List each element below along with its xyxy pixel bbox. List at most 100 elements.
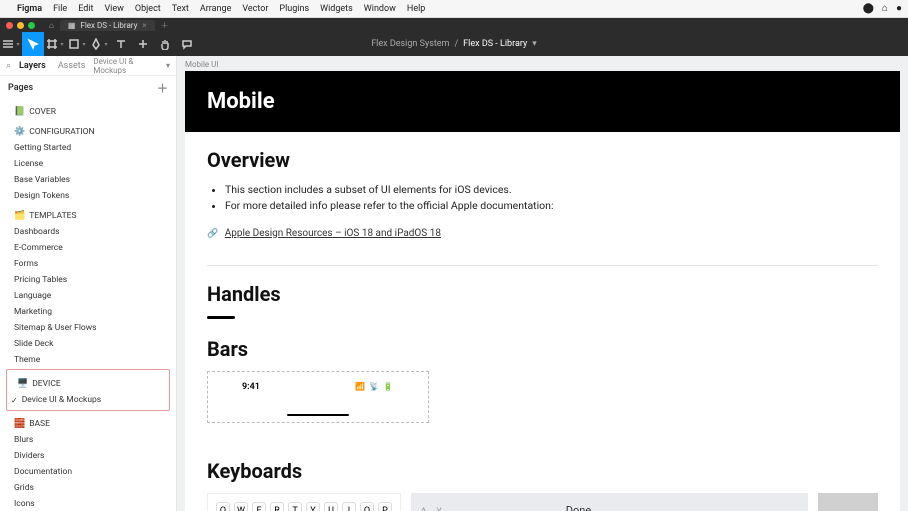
add-page-button[interactable]: ＋	[157, 80, 168, 96]
chevron-down-icon[interactable]: ▾	[532, 39, 537, 49]
bars-heading: Bars	[207, 337, 878, 361]
page-item[interactable]: Forms	[4, 256, 172, 272]
menubar-tray: ⬤⌂●	[855, 3, 902, 14]
pages-list: 📗COVER ⚙️CONFIGURATION Getting Started L…	[0, 100, 176, 511]
menu-widgets[interactable]: Widgets	[320, 4, 353, 14]
breadcrumb[interactable]: Flex Design System / Flex DS - Library ▾	[371, 39, 537, 49]
page-item[interactable]: 📗COVER	[4, 100, 172, 120]
file-tab[interactable]: ▦ Flex DS - Library ×	[60, 20, 155, 31]
page-item[interactable]: Icons	[4, 496, 172, 511]
key[interactable]: Y	[306, 502, 320, 511]
menu-file[interactable]: File	[53, 4, 67, 14]
layers-tab[interactable]: Layers	[15, 59, 50, 73]
keyboard-send	[818, 493, 878, 511]
page-item[interactable]: Dashboards	[4, 224, 172, 240]
search-icon[interactable]: ⌕	[6, 61, 11, 71]
key[interactable]: W	[234, 502, 248, 511]
page-item[interactable]: Language	[4, 288, 172, 304]
page-item-current[interactable]: ✓Device UI & Mockups	[7, 392, 169, 408]
overview-bullet: This section includes a subset of UI ele…	[225, 182, 878, 198]
page-item[interactable]: Getting Started	[4, 140, 172, 156]
key[interactable]: Q	[216, 502, 230, 511]
breadcrumb-root[interactable]: Flex Design System	[371, 39, 449, 49]
menu-window[interactable]: Window	[364, 4, 396, 14]
page-item[interactable]: 🗂️TEMPLATES	[4, 204, 172, 224]
page-item[interactable]: ⚙️CONFIGURATION	[4, 120, 172, 140]
nav-chevrons[interactable]: ˄ ˅	[421, 505, 446, 511]
link-icon: 🔗	[207, 229, 218, 239]
comment-tool[interactable]	[176, 32, 198, 56]
menu-plugins[interactable]: Plugins	[279, 4, 309, 14]
page-item[interactable]: 🧱BASE	[4, 412, 172, 432]
key[interactable]: T	[288, 502, 302, 511]
menu-help[interactable]: Help	[407, 4, 425, 14]
key[interactable]: O	[360, 502, 374, 511]
page-item[interactable]: Grids	[4, 480, 172, 496]
mac-menubar: Figma File Edit View Object Text Arrange…	[0, 0, 908, 18]
menu-text[interactable]: Text	[172, 4, 189, 14]
keyboard-accessory: ˄ ˅ Done	[411, 493, 808, 511]
menu-vector[interactable]: Vector	[242, 4, 268, 14]
hand-tool[interactable]	[154, 32, 176, 56]
key[interactable]: U	[324, 502, 338, 511]
new-tab-button[interactable]: ＋	[161, 20, 169, 31]
key[interactable]: E	[252, 502, 266, 511]
page-item[interactable]: Dividers	[4, 448, 172, 464]
status-time: 9:41	[242, 382, 260, 392]
home-icon[interactable]: ⌂	[49, 21, 54, 30]
artboard-mobile-ui[interactable]: Mobile Overview This section includes a …	[185, 71, 900, 511]
keyboards-heading: Keyboards	[207, 459, 878, 483]
keyboard-qwerty: Q W E R T Y U I O P	[207, 493, 401, 511]
frame-label[interactable]: Mobile UI	[177, 56, 908, 71]
tab-title: Flex DS - Library	[80, 21, 137, 30]
overview-heading: Overview	[207, 148, 878, 172]
status-icons: 📶 📡 🔋	[355, 382, 394, 391]
text-tool[interactable]	[110, 32, 132, 56]
shape-tool[interactable]: ▾	[66, 32, 88, 56]
page-selector[interactable]: Device UI & Mockups▾	[93, 57, 170, 75]
menu-app[interactable]: Figma	[17, 4, 42, 14]
menu-object[interactable]: Object	[135, 4, 161, 14]
handle-sample	[207, 316, 235, 319]
key[interactable]: I	[342, 502, 356, 511]
apple-resources-link[interactable]: Apple Design Resources – iOS 18 and iPad…	[225, 228, 441, 239]
close-tab-icon[interactable]: ×	[142, 21, 146, 30]
page-item[interactable]: Design Tokens	[4, 188, 172, 204]
page-item[interactable]: Pricing Tables	[4, 272, 172, 288]
done-button[interactable]: Done	[566, 504, 591, 511]
tab-icon: ▦	[68, 21, 76, 30]
pages-label: Pages	[8, 83, 33, 93]
frame-tool[interactable]: ▾	[44, 32, 66, 56]
pen-tool[interactable]: ▾	[88, 32, 110, 56]
key[interactable]: P	[378, 502, 392, 511]
overview-bullet: For more detailed info please refer to t…	[225, 198, 878, 214]
menu-view[interactable]: View	[104, 4, 123, 14]
page-item[interactable]: Sitemap & User Flows	[4, 320, 172, 336]
key[interactable]: R	[270, 502, 284, 511]
resources-tool[interactable]	[132, 32, 154, 56]
left-panel: ⌕ Layers Assets Device UI & Mockups▾ Pag…	[0, 56, 177, 511]
page-item[interactable]: Documentation	[4, 464, 172, 480]
bars-frame[interactable]: 9:41 📶 📡 🔋	[207, 371, 429, 423]
home-indicator	[287, 414, 349, 416]
menu-edit[interactable]: Edit	[78, 4, 93, 14]
page-item[interactable]: Blurs	[4, 432, 172, 448]
move-tool[interactable]	[22, 32, 44, 56]
selected-page-group: 🖥️DEVICE ✓Device UI & Mockups	[6, 369, 170, 411]
handles-heading: Handles	[207, 282, 878, 306]
page-item[interactable]: E-Commerce	[4, 240, 172, 256]
page-item[interactable]: Base Variables	[4, 172, 172, 188]
page-title: Mobile	[185, 71, 900, 132]
page-item[interactable]: Slide Deck	[4, 336, 172, 352]
main-menu-button[interactable]: ▾	[0, 32, 22, 56]
page-item[interactable]: License	[4, 156, 172, 172]
figma-toolbar: ▾ ▾ ▾ ▾ Flex Design System / Flex DS - L…	[0, 32, 908, 56]
assets-tab[interactable]: Assets	[54, 59, 90, 73]
breadcrumb-file[interactable]: Flex DS - Library	[463, 39, 527, 49]
page-item[interactable]: Theme	[4, 352, 172, 368]
menu-arrange[interactable]: Arrange	[200, 4, 232, 14]
traffic-lights[interactable]	[6, 22, 35, 29]
page-item[interactable]: Marketing	[4, 304, 172, 320]
page-item[interactable]: 🖥️DEVICE	[7, 372, 169, 392]
canvas[interactable]: Mobile UI Mobile Overview This section i…	[177, 56, 908, 511]
